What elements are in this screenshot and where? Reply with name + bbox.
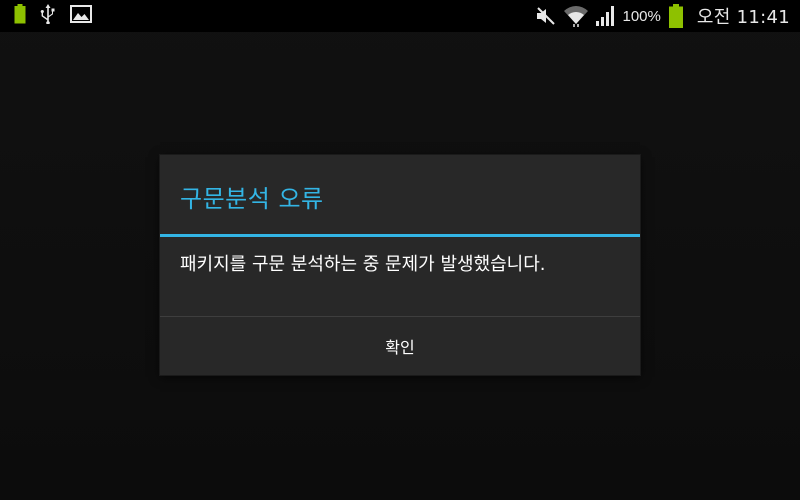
image-icon	[70, 5, 92, 27]
clock: 오전 11:41	[696, 7, 790, 28]
signal-icon	[595, 5, 617, 27]
wifi-icon	[563, 4, 589, 28]
system-status: 100% 오전 11:41	[535, 0, 791, 32]
status-bar: 100% 오전 11:41	[0, 0, 800, 32]
battery-full-icon	[14, 4, 26, 28]
battery-percent: 100%	[622, 7, 661, 25]
dialog-title: 구문분석 오류	[180, 185, 324, 213]
title-divider	[160, 234, 640, 237]
parse-error-dialog: 구문분석 오류 패키지를 구문 분석하는 중 문제가 발생했습니다. 확인	[160, 155, 640, 375]
screen: 100% 오전 11:41 구문분석 오류 패키지를 구문 분석하는 중 문제가…	[0, 0, 800, 500]
battery-icon	[668, 4, 683, 28]
dialog-message: 패키지를 구문 분석하는 중 문제가 발생했습니다.	[180, 254, 546, 275]
notification-icons	[14, 4, 92, 28]
mute-icon	[535, 6, 557, 26]
ok-button[interactable]: 확인	[160, 317, 640, 375]
usb-icon	[40, 4, 56, 28]
